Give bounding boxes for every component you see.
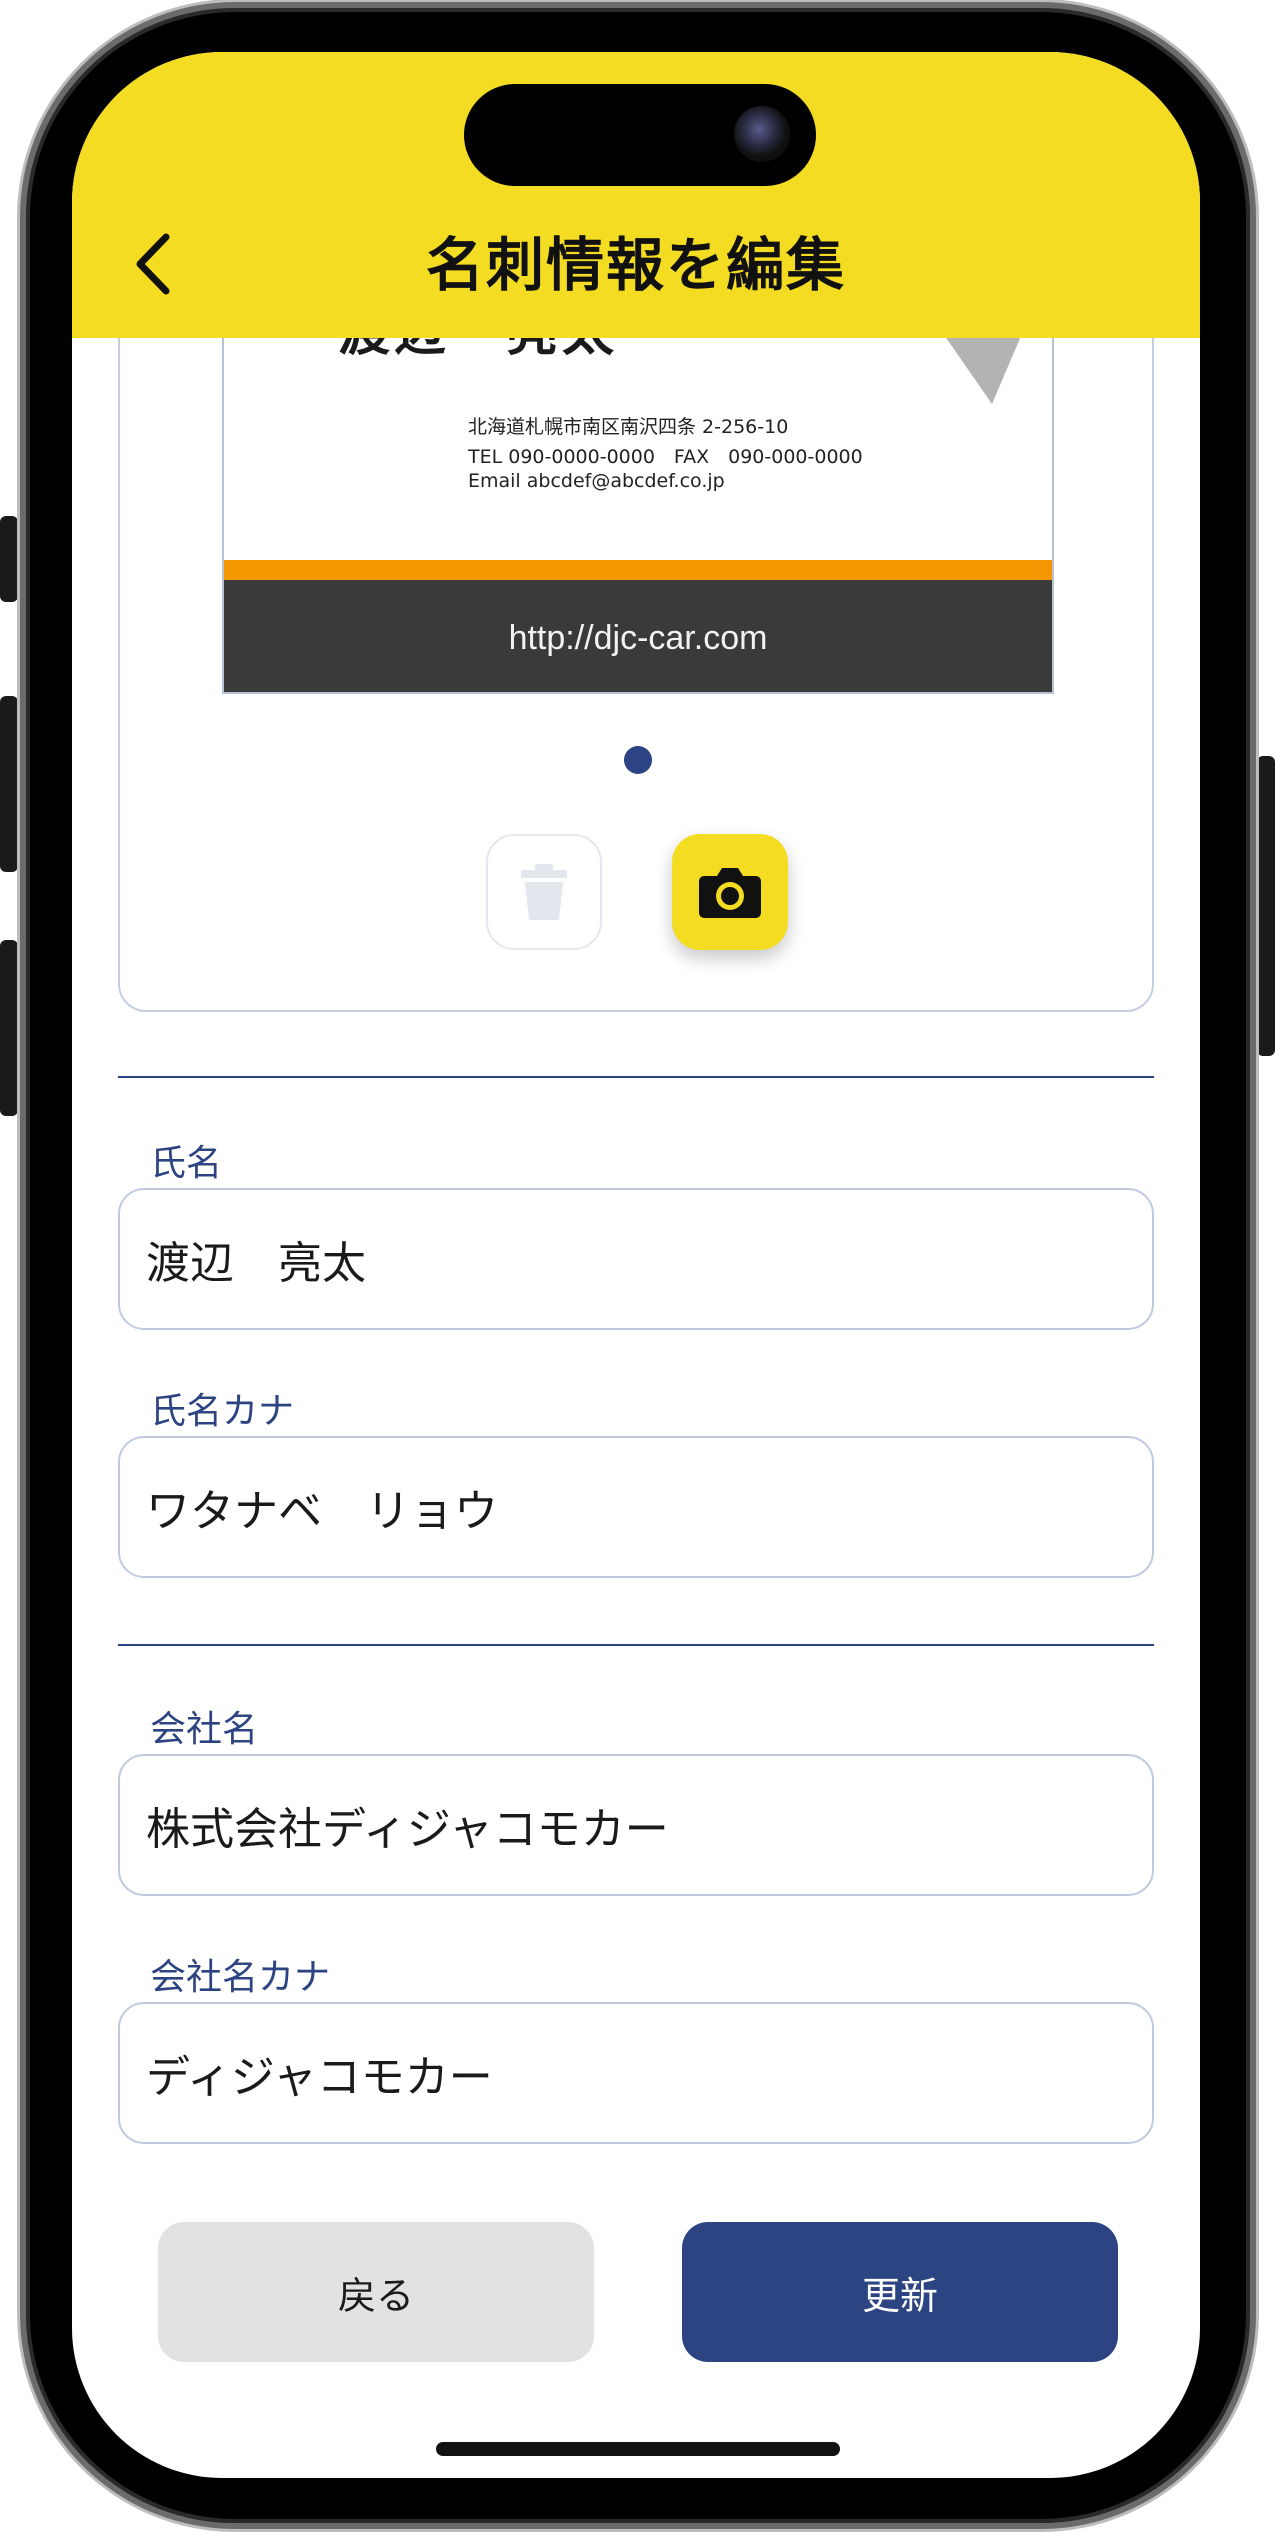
camera-lens bbox=[734, 106, 790, 162]
scroll-content: 渡辺 亮太 北海道札幌市南区南沢四条 2-256-10 TEL 090-0000… bbox=[72, 52, 1200, 2478]
power-button bbox=[1257, 756, 1275, 1056]
card-tel-fax: TEL 090-0000-0000 FAX 090-000-0000 bbox=[468, 446, 863, 468]
name-kana-label: 氏名カナ bbox=[150, 1391, 295, 1432]
card-email: Email abcdef@abcdef.co.jp bbox=[468, 470, 725, 492]
section-divider bbox=[118, 1076, 1154, 1078]
card-orange-stripe bbox=[224, 560, 1052, 580]
section-divider bbox=[118, 1644, 1154, 1646]
name-field[interactable]: 渡辺 亮太 bbox=[118, 1188, 1154, 1330]
company-kana-label: 会社名カナ bbox=[150, 1957, 331, 1998]
company-field[interactable]: 株式会社ディジャコモカー bbox=[118, 1754, 1154, 1896]
page-title: 名刺情報を編集 bbox=[425, 231, 846, 299]
name-kana-field[interactable]: ワタナベ リョウ bbox=[118, 1436, 1154, 1578]
volume-up-button bbox=[0, 696, 18, 872]
phone-screen: 渡辺 亮太 北海道札幌市南区南沢四条 2-256-10 TEL 090-0000… bbox=[72, 52, 1200, 2478]
card-footer-band: http://djc-car.com bbox=[224, 580, 1052, 692]
delete-image-button[interactable] bbox=[486, 834, 602, 950]
dynamic-island bbox=[464, 84, 816, 186]
camera-button[interactable] bbox=[672, 834, 788, 950]
update-button[interactable]: 更新 bbox=[682, 2222, 1118, 2362]
home-indicator[interactable] bbox=[436, 2442, 840, 2456]
carousel-indicator-dot[interactable] bbox=[624, 746, 652, 774]
name-label: 氏名 bbox=[150, 1143, 223, 1184]
back-button[interactable]: 戻る bbox=[158, 2222, 594, 2362]
trash-icon bbox=[521, 864, 567, 920]
action-button bbox=[0, 516, 18, 602]
card-address: 北海道札幌市南区南沢四条 2-256-10 bbox=[468, 416, 789, 438]
camera-icon bbox=[699, 868, 761, 918]
company-kana-field[interactable]: ディジャコモカー bbox=[118, 2002, 1154, 2144]
volume-down-button bbox=[0, 940, 18, 1116]
card-url: http://djc-car.com bbox=[508, 618, 768, 657]
company-label: 会社名 bbox=[150, 1709, 259, 1750]
